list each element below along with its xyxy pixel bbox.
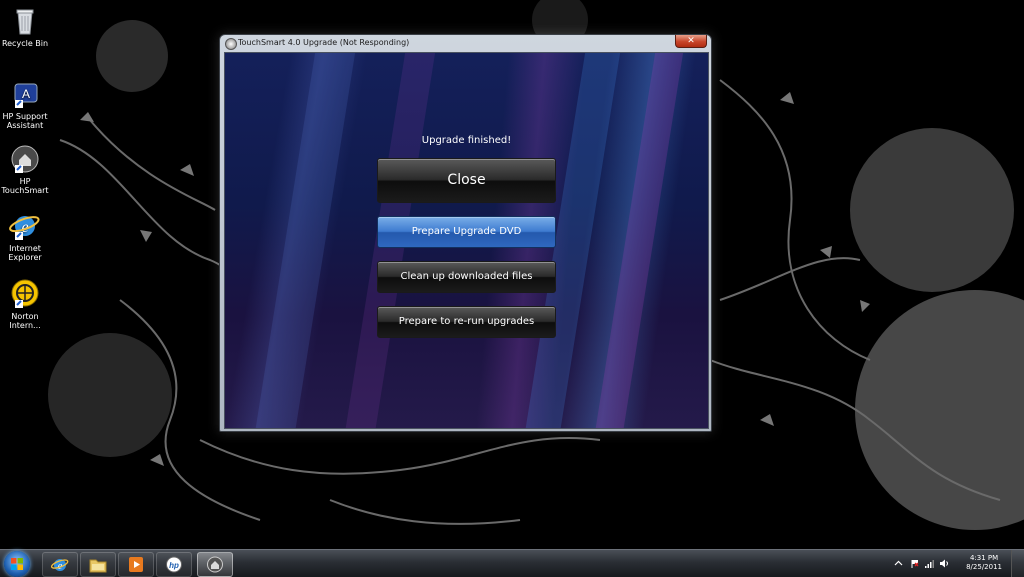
norton-icon xyxy=(9,278,41,310)
taskbar-internet-explorer[interactable]: e xyxy=(42,552,78,577)
touchsmart-icon xyxy=(9,143,41,175)
taskbar-hp[interactable]: hp xyxy=(156,552,192,577)
taskbar: e hp 4:31 PM 8/25/2011 xyxy=(0,549,1024,577)
ie-icon: e xyxy=(9,210,41,242)
media-player-icon xyxy=(129,557,143,572)
desktop-icon-label: Recycle Bin xyxy=(1,39,49,48)
windows-logo-icon xyxy=(11,558,23,570)
system-tray: 4:31 PM 8/25/2011 xyxy=(894,550,1024,577)
desktop-icon-label: HP TouchSmart xyxy=(1,177,49,195)
volume-icon[interactable] xyxy=(940,559,949,568)
touchsmart-icon xyxy=(207,556,223,573)
action-center-flag-icon[interactable] xyxy=(910,559,919,568)
show-desktop-button[interactable] xyxy=(1011,550,1024,577)
svg-text:A: A xyxy=(22,87,30,101)
show-hidden-icons-icon[interactable] xyxy=(894,559,903,568)
desktop-icon-hp-support-assistant[interactable]: A HP Support Assistant xyxy=(0,78,50,130)
start-button[interactable] xyxy=(4,551,30,577)
background-streak xyxy=(251,53,359,428)
desktop-icon-norton[interactable]: Norton Intern... xyxy=(0,278,50,330)
clean-up-files-button[interactable]: Clean up downloaded files xyxy=(377,261,556,293)
window-content: Upgrade finished! Close Prepare Upgrade … xyxy=(224,52,709,429)
taskbar-clock[interactable]: 4:31 PM 8/25/2011 xyxy=(966,554,1002,572)
window-titlebar[interactable]: TouchSmart 4.0 Upgrade (Not Responding) … xyxy=(220,35,711,51)
prepare-upgrade-dvd-button[interactable]: Prepare Upgrade DVD xyxy=(377,216,556,248)
recycle-bin-icon xyxy=(9,5,41,37)
desktop-icon-hp-touchsmart[interactable]: HP TouchSmart xyxy=(0,143,50,195)
app-icon xyxy=(225,38,237,50)
desktop-icon-label: HP Support Assistant xyxy=(2,112,48,130)
hp-icon: hp xyxy=(166,556,182,573)
taskbar-file-explorer[interactable] xyxy=(80,552,116,577)
internet-explorer-icon: e xyxy=(51,559,69,572)
window-title: TouchSmart 4.0 Upgrade (Not Responding) xyxy=(238,38,410,47)
upgrade-window: TouchSmart 4.0 Upgrade (Not Responding) … xyxy=(219,34,712,432)
window-close-button[interactable]: ✕ xyxy=(675,35,707,48)
desktop-icon-internet-explorer[interactable]: e Internet Explorer xyxy=(0,210,50,262)
svg-text:hp: hp xyxy=(169,561,179,570)
desktop-icon-recycle-bin[interactable]: Recycle Bin xyxy=(0,5,50,48)
taskbar-media-player[interactable] xyxy=(118,552,154,577)
close-button[interactable]: Close xyxy=(377,158,556,203)
status-message: Upgrade finished! xyxy=(421,135,512,146)
clock-time: 4:31 PM xyxy=(969,554,999,562)
desktop-icon-label: Norton Intern... xyxy=(9,312,41,330)
hp-support-icon: A xyxy=(9,78,41,110)
taskbar-touchsmart[interactable] xyxy=(197,552,233,577)
file-explorer-icon xyxy=(89,559,107,573)
prepare-rerun-button[interactable]: Prepare to re-run upgrades xyxy=(377,306,556,338)
desktop-icon-label: Internet Explorer xyxy=(8,244,42,262)
clock-date: 8/25/2011 xyxy=(966,563,1002,571)
network-icon[interactable] xyxy=(925,559,934,568)
